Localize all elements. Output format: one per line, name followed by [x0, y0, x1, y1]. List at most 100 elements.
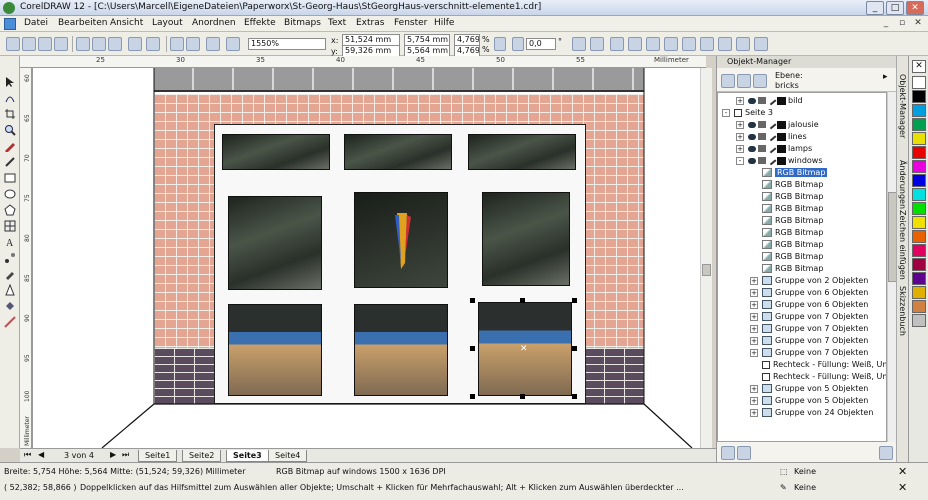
document-icon[interactable] — [4, 18, 16, 30]
tree-item-bitmap[interactable]: RGB Bitmap — [718, 203, 886, 215]
tab-seite4[interactable]: Seite4 — [268, 450, 308, 462]
menu-anordnen[interactable]: Anordnen — [192, 18, 236, 28]
palette-swatch[interactable] — [912, 146, 926, 159]
expand-icon[interactable]: + — [750, 349, 758, 357]
group-icon[interactable] — [762, 324, 772, 333]
palette-swatch[interactable] — [912, 230, 926, 243]
crop-bitmap-icon[interactable] — [646, 37, 660, 51]
import-icon[interactable] — [170, 37, 184, 51]
close-button[interactable]: ✕ — [906, 1, 924, 15]
tree-item-bitmap[interactable]: RGB Bitmap — [718, 215, 886, 227]
palette-swatch[interactable] — [912, 132, 926, 145]
palette-swatch[interactable] — [912, 188, 926, 201]
show-properties-icon[interactable] — [721, 74, 735, 88]
tree-item-rect[interactable]: Rechteck - Füllung: Weiß, Umri — [718, 359, 886, 371]
palette-swatch[interactable] — [912, 272, 926, 285]
expand-icon[interactable]: + — [750, 289, 758, 297]
smart-fill-tool-icon[interactable] — [4, 156, 16, 168]
palette-swatch[interactable] — [912, 286, 926, 299]
horizontal-ruler[interactable]: 25 30 35 40 45 50 55 Millimeter — [20, 56, 706, 68]
mirror-vertical-icon[interactable] — [590, 37, 604, 51]
rotation-angle-input[interactable]: 0,0 — [526, 38, 556, 50]
no-outline-swatch-icon[interactable]: ✕ — [898, 481, 907, 494]
expand-icon[interactable]: + — [750, 313, 758, 321]
print-icon[interactable] — [54, 37, 68, 51]
resample-icon[interactable] — [664, 37, 678, 51]
tab-seite3[interactable]: Seite3 — [226, 450, 269, 462]
vertical-ruler[interactable]: 60 65 70 75 80 85 90 95 100 Millimeter — [20, 68, 32, 448]
bitmap-icon[interactable] — [762, 180, 772, 189]
bitmap-icon[interactable] — [762, 216, 772, 225]
next-page-icon[interactable]: ▶ — [110, 450, 116, 459]
expand-icon[interactable]: + — [736, 145, 744, 153]
no-fill-swatch-icon[interactable]: ✕ — [898, 465, 907, 478]
expand-icon[interactable]: + — [750, 325, 758, 333]
palette-swatch[interactable] — [912, 76, 926, 89]
open-icon[interactable] — [22, 37, 36, 51]
outline-tool-icon[interactable] — [4, 283, 16, 296]
menu-layout[interactable]: Layout — [152, 18, 183, 28]
group-icon[interactable] — [762, 336, 772, 345]
menu-text[interactable]: Text — [328, 18, 346, 28]
tree-item-bitmap[interactable]: RGB Bitmap — [718, 227, 886, 239]
tree-item-group[interactable]: + Gruppe von 6 Objekten — [718, 287, 886, 299]
interactive-blend-tool-icon[interactable] — [4, 252, 16, 264]
tree-item-group[interactable]: + Gruppe von 24 Objekten — [718, 407, 886, 419]
expand-icon[interactable]: + — [750, 337, 758, 345]
tree-item-layer[interactable]: + lines — [718, 131, 886, 143]
palette-swatch[interactable] — [912, 118, 926, 131]
tree-item-group[interactable]: + Gruppe von 5 Objekten — [718, 383, 886, 395]
expand-icon[interactable]: + — [750, 301, 758, 309]
freehand-tool-icon[interactable] — [4, 140, 16, 153]
layer-manager-view-icon[interactable] — [753, 74, 767, 88]
crop-tool-icon[interactable] — [4, 108, 16, 120]
tree-item-layer[interactable]: + jalousie — [718, 119, 886, 131]
layer-color-swatch[interactable] — [777, 132, 786, 141]
redo-icon[interactable] — [146, 37, 160, 51]
layer-color-swatch[interactable] — [777, 156, 786, 165]
group-icon[interactable] — [762, 276, 772, 285]
visibility-eye-icon[interactable] — [748, 145, 756, 152]
minimize-button[interactable]: _ — [866, 1, 884, 15]
new-master-layer-icon[interactable] — [737, 446, 751, 460]
tab-objekt-manager[interactable]: Objekt-Manager — [898, 74, 907, 138]
visibility-eye-icon[interactable] — [748, 157, 756, 164]
tree-item-bitmap[interactable]: RGB Bitmap — [718, 191, 886, 203]
menu-fenster[interactable]: Fenster — [394, 18, 427, 28]
basic-shapes-tool-icon[interactable] — [4, 220, 16, 232]
group-icon[interactable] — [762, 288, 772, 297]
menu-ansicht[interactable]: Ansicht — [110, 18, 143, 28]
menu-bitmaps[interactable]: Bitmaps — [284, 18, 321, 28]
tree-item-rect[interactable]: Rechteck - Füllung: Weiß, Umri — [718, 371, 886, 383]
visibility-eye-icon[interactable] — [748, 121, 756, 128]
bitmap-mode-icon[interactable] — [682, 37, 696, 51]
bitmap-icon[interactable] — [762, 252, 772, 261]
editable-pencil-icon[interactable] — [766, 143, 777, 154]
bitmap-edit-icon[interactable] — [610, 37, 624, 51]
palette-swatch[interactable] — [912, 258, 926, 271]
editable-pencil-icon[interactable] — [766, 95, 777, 106]
group-icon[interactable] — [762, 312, 772, 321]
new-layer-icon[interactable] — [721, 446, 735, 460]
tree-item-group[interactable]: + Gruppe von 6 Objekten — [718, 299, 886, 311]
first-page-icon[interactable]: ⏮ — [24, 450, 31, 460]
tree-item-page[interactable]: - Seite 3 — [718, 107, 886, 119]
group-icon[interactable] — [762, 348, 772, 357]
palette-swatch[interactable] — [912, 160, 926, 173]
export-icon[interactable] — [186, 37, 200, 51]
tab-zeichen-einfuegen[interactable]: Zeichen einfügen — [898, 210, 907, 280]
scroll-thumb[interactable] — [702, 264, 711, 276]
to-front-icon[interactable] — [718, 37, 732, 51]
tree-item-group[interactable]: + Gruppe von 5 Objekten — [718, 395, 886, 407]
zoom-tool-icon[interactable] — [4, 124, 16, 136]
tab-seite2[interactable]: Seite2 — [182, 450, 222, 462]
pick-tool-icon[interactable] — [4, 76, 16, 88]
tree-item-bitmap[interactable]: RGB Bitmap — [718, 239, 886, 251]
visibility-eye-icon[interactable] — [748, 133, 756, 140]
bitmap-icon[interactable] — [762, 168, 772, 177]
delete-icon[interactable] — [879, 446, 893, 460]
layer-color-swatch[interactable] — [777, 96, 786, 105]
to-back-icon[interactable] — [736, 37, 750, 51]
text-tool-icon[interactable]: A — [4, 236, 16, 249]
menu-effekte[interactable]: Effekte — [244, 18, 276, 28]
